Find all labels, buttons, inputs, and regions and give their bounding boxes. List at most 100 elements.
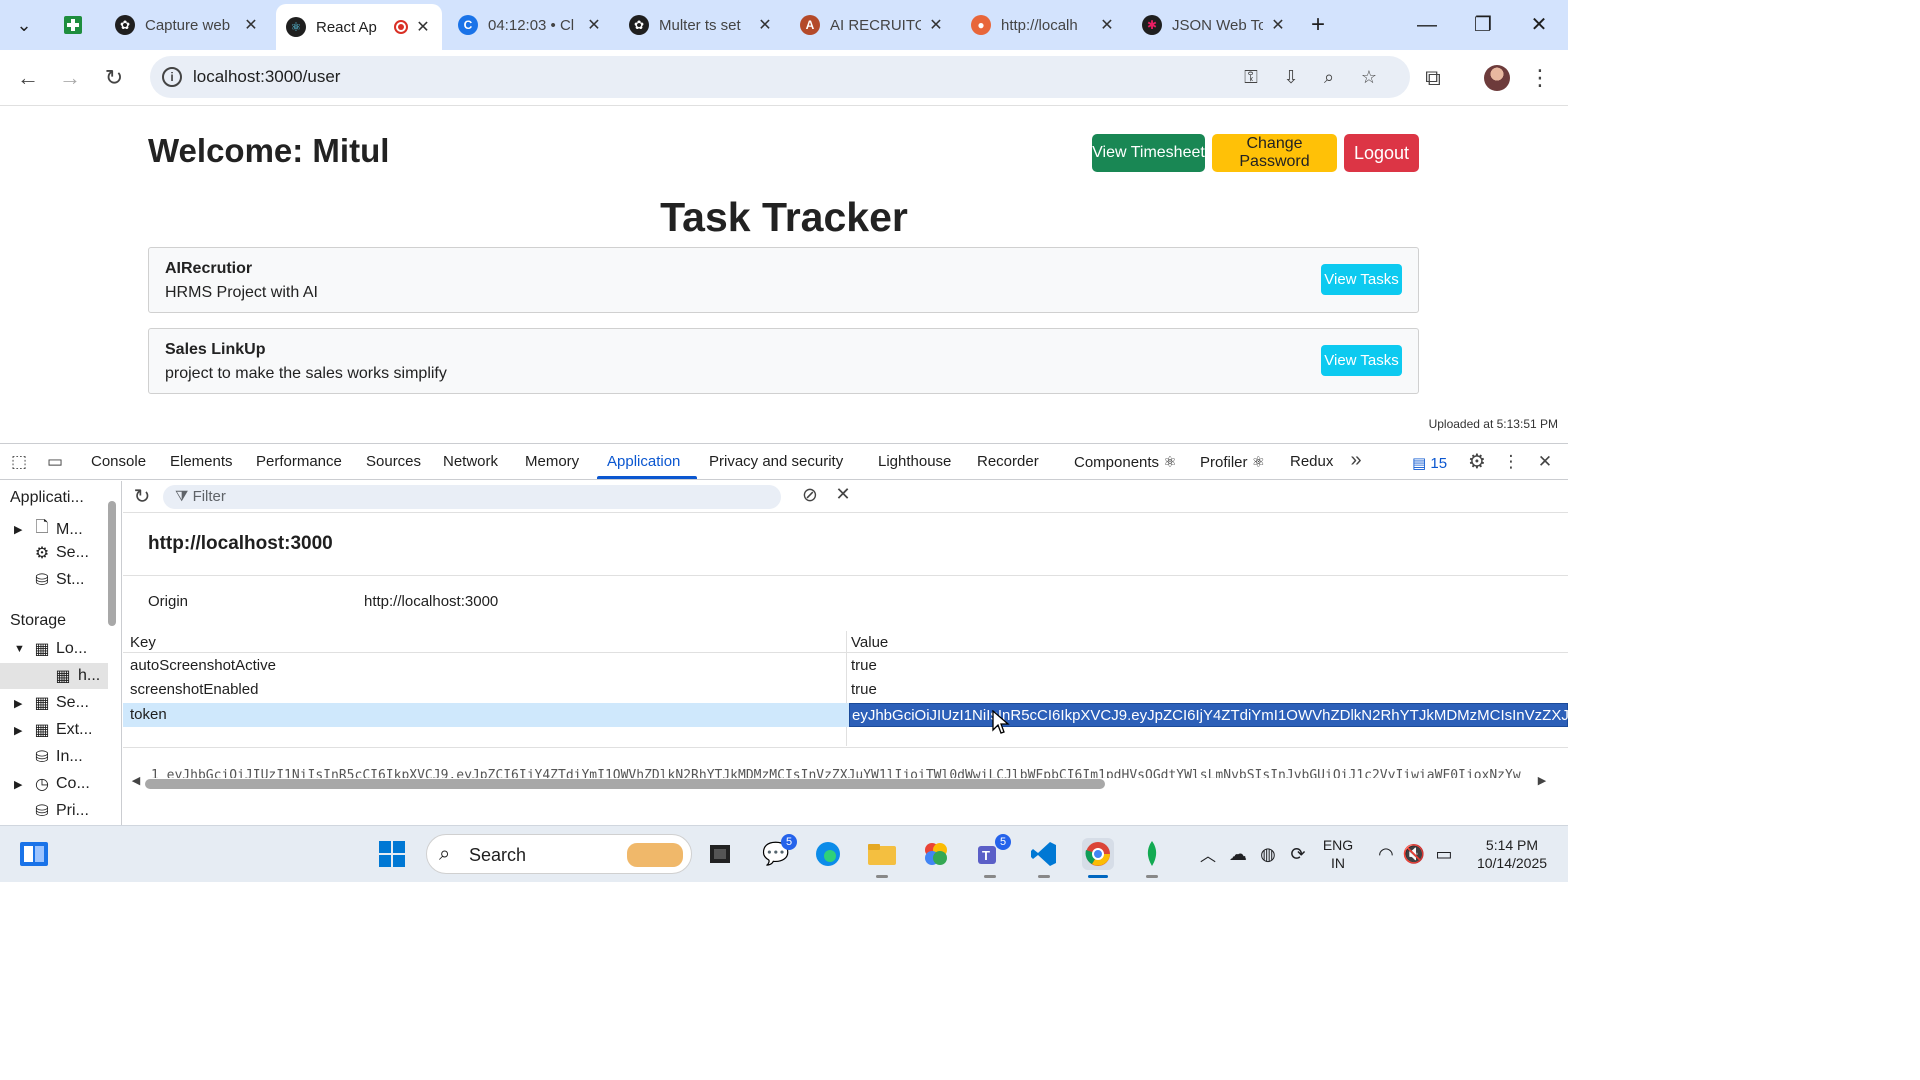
restore-icon[interactable]: ❐ <box>1458 8 1508 42</box>
close-icon[interactable]: ✕ <box>585 15 603 35</box>
tab-1-active[interactable]: ⚛ React Ap ✕ <box>276 4 442 50</box>
sidebar-item-manifest[interactable]: ▶ 🗋 M... <box>14 516 83 543</box>
tab-3[interactable]: ✿ Multer ts set ✕ <box>619 6 784 44</box>
expand-arrow-icon[interactable]: ▶ <box>14 778 28 791</box>
table-row-selected[interactable]: token eyJhbGciOiJIUzI1NiIsInR5cCI6IkpXVC… <box>123 703 1632 727</box>
row-key[interactable]: screenshotEnabled <box>130 681 258 698</box>
filter-input[interactable]: ⧩ Filter <box>163 485 781 509</box>
devtools-tab-profiler[interactable]: Profiler ⚛ <box>1200 453 1265 471</box>
widgets-icon[interactable] <box>18 838 50 870</box>
token-value-text[interactable]: eyJhbGciOiJIUzI1NiIsInR5cCI6IkpXVCJ9.eyJ… <box>852 707 1632 724</box>
zoom-icon[interactable]: ⌕ <box>1316 66 1342 88</box>
wifi-icon[interactable]: ◠ <box>1372 838 1400 870</box>
devtools-tab-elements[interactable]: Elements <box>170 453 233 470</box>
column-header-value[interactable]: Value <box>851 634 1568 651</box>
devtools-tab-application[interactable]: Application <box>607 453 680 470</box>
back-arrow-icon[interactable]: ← <box>12 62 44 94</box>
clear-all-icon[interactable]: ⊘ <box>799 484 821 507</box>
tray-overflow-chevron-icon[interactable]: ︿ <box>1196 838 1220 870</box>
taskbar-search[interactable]: ⌕ Search <box>426 834 692 874</box>
tab-0[interactable]: ✿ Capture web ✕ <box>105 6 270 44</box>
onedrive-offline-icon[interactable]: ☁ <box>1224 838 1252 870</box>
devtools-tab-privacy[interactable]: Privacy and security <box>709 453 843 470</box>
table-row[interactable]: screenshotEnabled true <box>123 678 1568 702</box>
reload-icon[interactable]: ↻ <box>98 62 130 94</box>
vscode-icon[interactable] <box>1028 838 1060 870</box>
row-key[interactable]: autoScreenshotActive <box>130 657 276 674</box>
extensions-puzzle-icon[interactable]: ⧉ <box>1417 62 1449 94</box>
issues-counter[interactable]: ▤ 15 <box>1412 454 1447 472</box>
photos-icon[interactable] <box>920 838 952 870</box>
expand-arrow-icon[interactable]: ▶ <box>14 523 28 536</box>
view-tasks-button[interactable]: View Tasks <box>1321 264 1402 295</box>
settings-gear-icon[interactable]: ⚙ <box>1466 449 1488 474</box>
sidebar-scrollbar[interactable] <box>108 501 116 626</box>
expand-arrow-icon[interactable]: ▶ <box>14 724 28 737</box>
sidebar-item-storage-overview[interactable]: ⛁ St... <box>28 570 84 590</box>
column-header-key[interactable]: Key <box>130 634 156 651</box>
devtools-menu-icon[interactable]: ⋮ <box>1500 452 1522 472</box>
row-value[interactable]: true <box>851 681 1568 698</box>
devtools-close-icon[interactable]: ✕ <box>1534 452 1556 472</box>
inspect-element-icon[interactable]: ⬚ <box>8 452 30 472</box>
expand-arrow-icon[interactable]: ▶ <box>14 697 28 710</box>
close-icon[interactable]: ✕ <box>756 15 774 35</box>
devtools-tab-sources[interactable]: Sources <box>366 453 421 470</box>
edge-icon[interactable] <box>812 838 844 870</box>
bookmark-star-icon[interactable]: ☆ <box>1356 66 1382 88</box>
more-tabs-chevron-icon[interactable]: » <box>1345 449 1367 472</box>
address-bar[interactable]: i localhost:3000/user ⚿ ⇩ ⌕ ☆ <box>150 56 1410 98</box>
new-tab-plus-icon[interactable]: + <box>1304 8 1332 42</box>
devtools-tab-redux[interactable]: Redux <box>1290 453 1333 470</box>
device-toolbar-icon[interactable]: ▭ <box>44 452 66 472</box>
scroll-left-arrow-icon[interactable]: ◀ <box>125 774 147 787</box>
password-key-icon[interactable]: ⚿ <box>1238 66 1264 88</box>
tab-4[interactable]: A AI RECRUITO ✕ <box>790 6 955 44</box>
sidebar-item-localhost-selected[interactable]: ▦ h... <box>0 663 108 689</box>
sidebar-item-cookies[interactable]: ▶ ◷ Co... <box>14 774 90 794</box>
window-close-icon[interactable]: ✕ <box>1514 8 1564 42</box>
view-timesheet-button[interactable]: View Timesheet <box>1092 134 1205 172</box>
vpn-icon[interactable]: ◍ <box>1254 838 1282 870</box>
close-icon[interactable]: ✕ <box>242 15 260 35</box>
sidebar-item-indexeddb[interactable]: ⛁ In... <box>28 747 82 767</box>
sidebar-item-session-storage[interactable]: ▶ ▦ Se... <box>14 693 89 713</box>
mongodb-icon[interactable] <box>1136 838 1168 870</box>
chrome-icon[interactable] <box>1082 838 1114 870</box>
close-icon[interactable]: ✕ <box>1098 15 1116 35</box>
row-key[interactable]: token <box>130 706 167 723</box>
battery-icon[interactable]: ▭ <box>1430 838 1458 870</box>
refresh-icon[interactable]: ↻ <box>131 484 153 509</box>
devtools-tab-console[interactable]: Console <box>91 453 146 470</box>
sidebar-item-local-storage[interactable]: ▼ ▦ Lo... <box>14 639 87 659</box>
view-tasks-button[interactable]: View Tasks <box>1321 345 1402 376</box>
sidebar-item-extension-storage[interactable]: ▶ ▦ Ext... <box>14 720 92 740</box>
site-info-icon[interactable]: i <box>162 67 182 87</box>
forward-arrow-icon[interactable]: → <box>54 62 86 94</box>
start-windows-icon[interactable] <box>376 838 408 870</box>
horizontal-scrollbar[interactable] <box>145 779 1105 789</box>
devtools-tab-recorder[interactable]: Recorder <box>977 453 1039 470</box>
close-icon[interactable]: ✕ <box>927 15 945 35</box>
language-indicator[interactable]: ENG IN <box>1318 836 1358 872</box>
sheets-pinned-tab[interactable] <box>58 8 88 42</box>
clock[interactable]: 5:14 PM 10/14/2025 <box>1466 836 1558 872</box>
row-value[interactable]: true <box>851 657 1568 674</box>
tab-5[interactable]: ● http://localh ✕ <box>961 6 1126 44</box>
row-value-editing[interactable]: eyJhbGciOiJIUzI1NiIsInR5cCI6IkpXVCJ9.eyJ… <box>849 703 1632 727</box>
url-text[interactable]: localhost:3000/user <box>193 67 340 87</box>
minimize-icon[interactable]: — <box>1402 8 1452 42</box>
devtools-tab-network[interactable]: Network <box>443 453 498 470</box>
devtools-tab-lighthouse[interactable]: Lighthouse <box>878 453 951 470</box>
profile-avatar[interactable] <box>1484 65 1510 91</box>
sidebar-item-private-state[interactable]: ⛁ Pri... <box>28 801 89 821</box>
tab-2[interactable]: C 04:12:03 • Cl ✕ <box>448 6 613 44</box>
table-row[interactable]: autoScreenshotActive true <box>123 654 1568 678</box>
delete-selected-icon[interactable]: ✕ <box>832 484 854 505</box>
scroll-right-arrow-icon[interactable]: ▶ <box>1531 774 1553 787</box>
collapse-arrow-icon[interactable]: ▼ <box>14 643 28 655</box>
change-password-button[interactable]: Change Password <box>1212 134 1337 172</box>
tab-6[interactable]: ✱ JSON Web To ✕ <box>1132 6 1297 44</box>
task-view-icon[interactable] <box>704 838 736 870</box>
devtools-tab-memory[interactable]: Memory <box>525 453 579 470</box>
